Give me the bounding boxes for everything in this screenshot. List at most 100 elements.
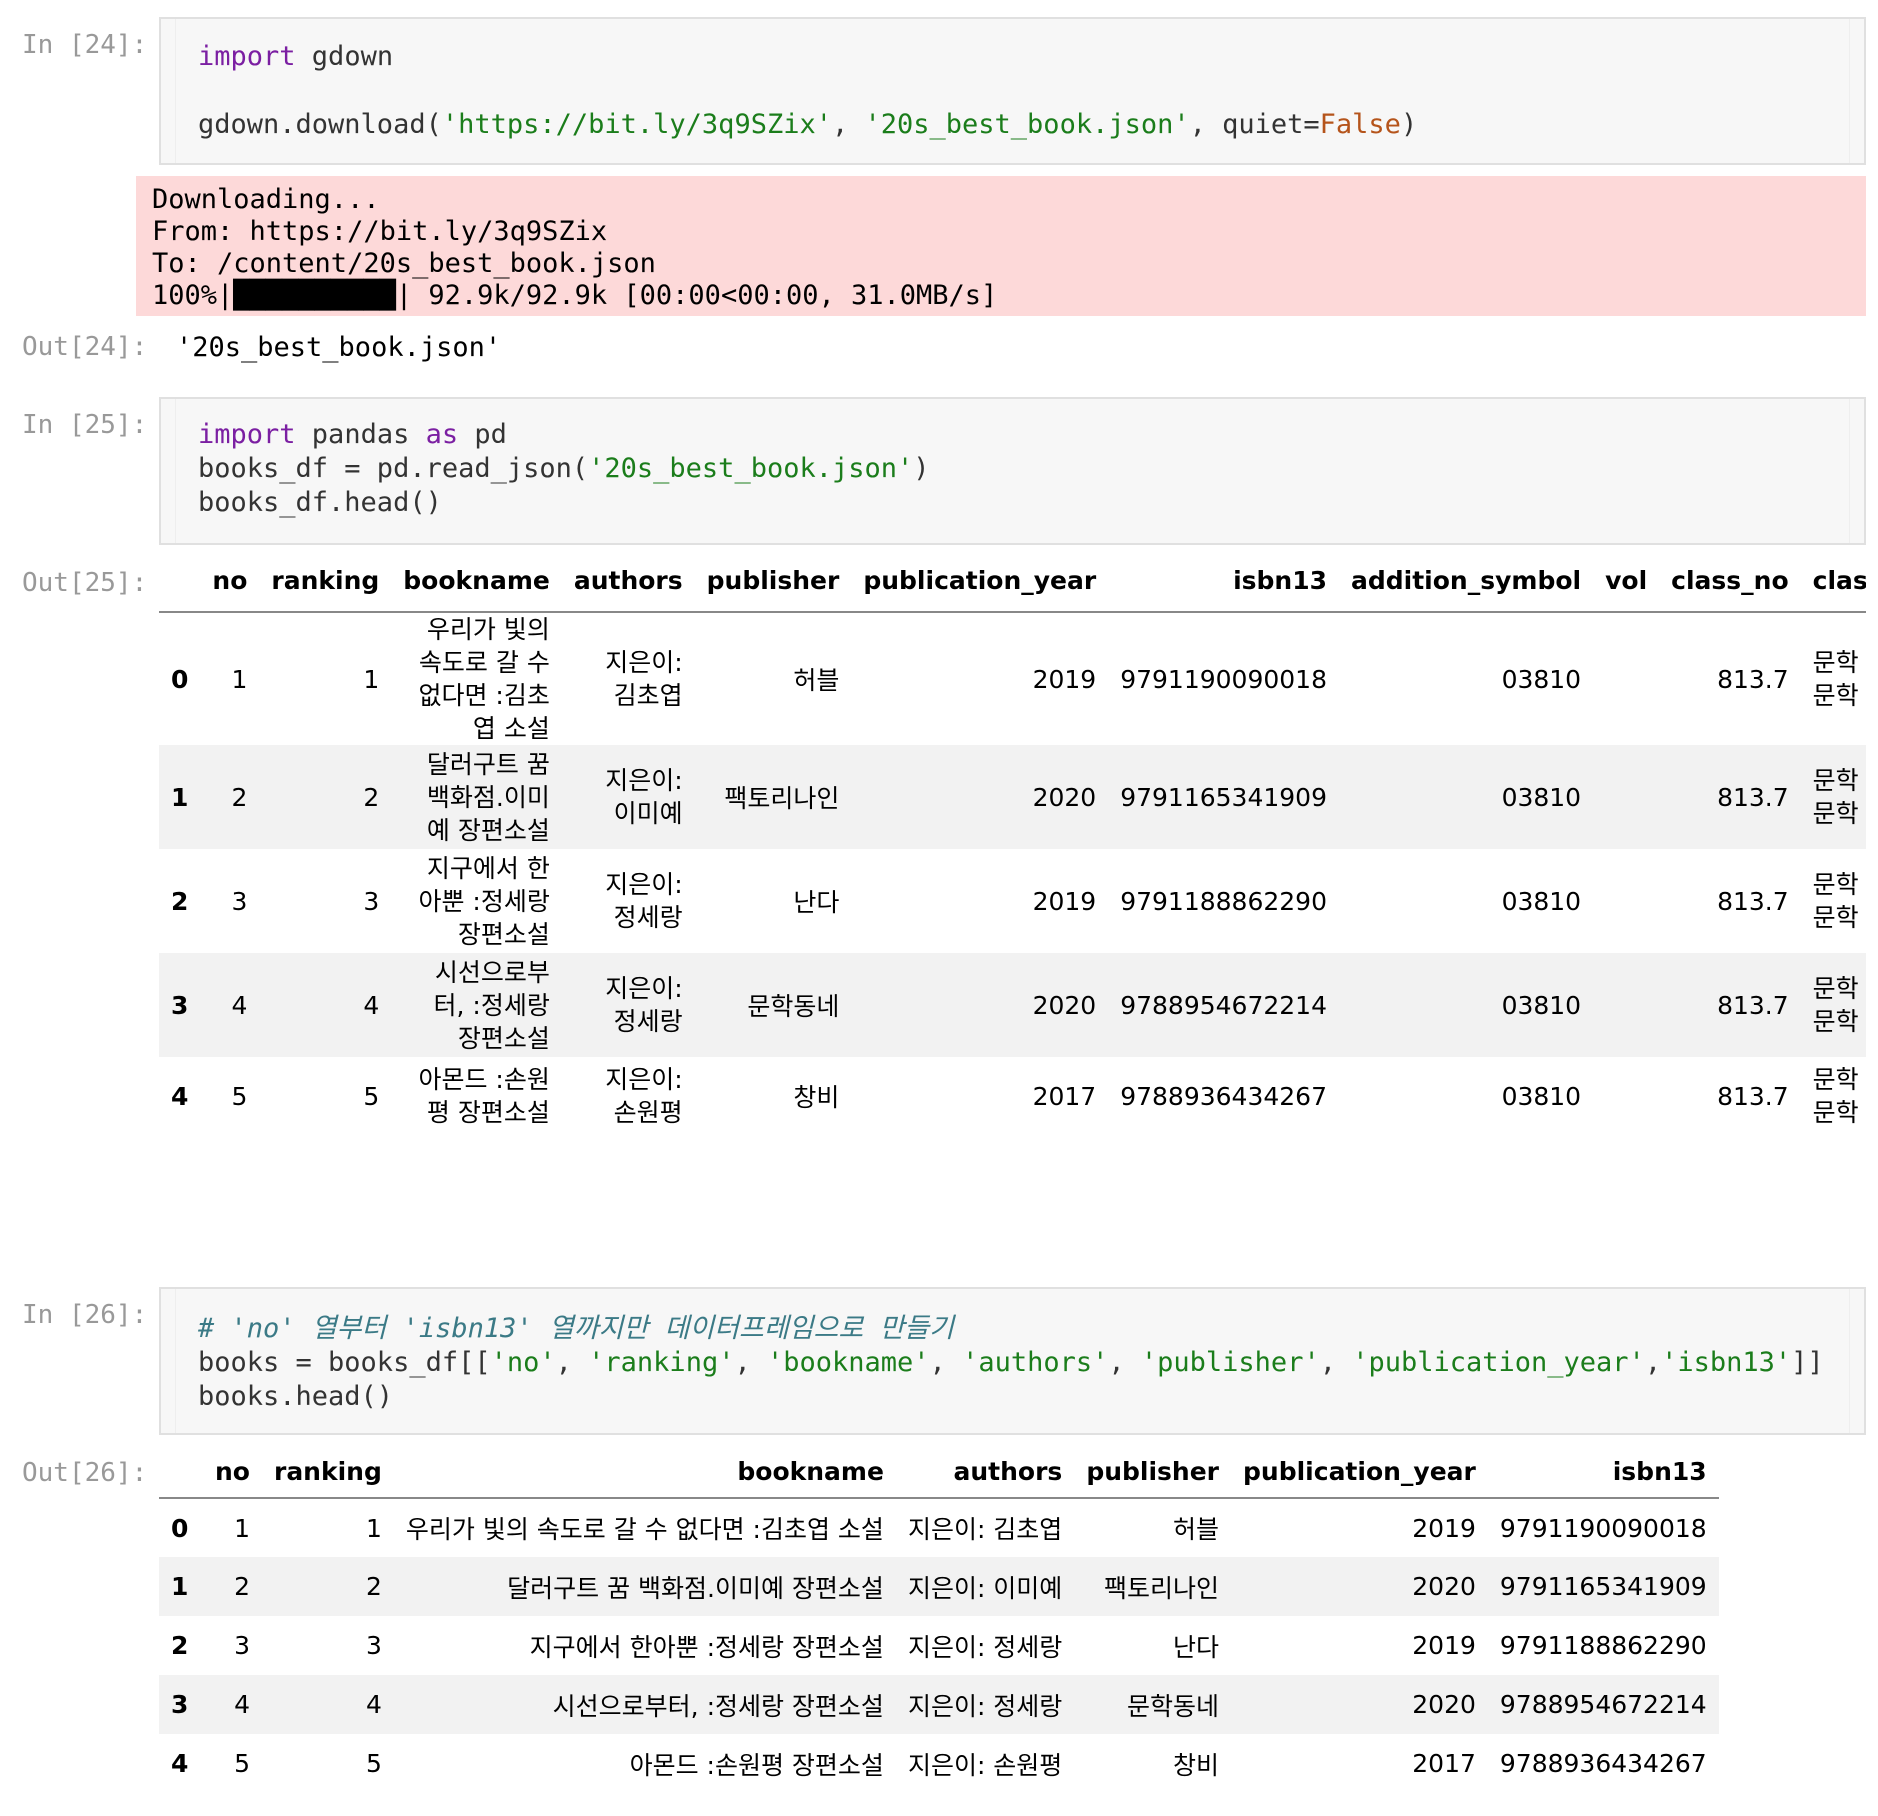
cell-publisher: 창비 <box>793 1083 840 1112</box>
column-header-vol: vol <box>1605 566 1648 595</box>
row-index: 4 <box>171 1749 189 1778</box>
table-row: 3 4 4 시선으로부터, :정세랑 장편소설 지은이: 정세랑 문학동네 2020 9788… <box>159 1675 1719 1734</box>
string-literal: 'isbn13' <box>1661 1347 1792 1378</box>
cell-publisher: 창비 <box>1173 1750 1220 1780</box>
cell-publisher: 문학동네 <box>747 992 840 1021</box>
column-header-authors: authors <box>573 566 683 595</box>
cell-authors: 지은이: 이미예 <box>907 1573 1063 1603</box>
cell-24-code-editor[interactable]: import gdown gdown.download('https://bit… <box>159 17 1866 165</box>
column-header-isbn13: isbn13 <box>1233 566 1327 595</box>
string-literal: 'publisher' <box>1140 1347 1320 1378</box>
cell-bookname: 아몬드 :손원평 장편소설 <box>629 1750 884 1780</box>
cell-authors: 지은이: 김초엽 <box>605 648 683 710</box>
cell-25-in-prompt: In [25]: <box>22 410 148 440</box>
row-index: 3 <box>171 1690 189 1719</box>
code-text: books = books_df[[ <box>198 1347 491 1378</box>
cell-ranking: 3 <box>363 886 380 916</box>
cell-bookname: 시선으로부 터, :정세랑 장편소설 <box>433 957 550 1053</box>
cell-bookname: 시선으로부터, :정세랑 장편소설 <box>552 1691 884 1721</box>
cell-no: 2 <box>231 782 248 812</box>
cell-isbn13: 9788954672214 <box>1120 990 1327 1020</box>
cell-no: 3 <box>234 1631 250 1660</box>
string-literal: 'publication_year' <box>1352 1347 1645 1378</box>
code-text: ) <box>1400 109 1418 140</box>
cell-no: 4 <box>234 1690 250 1719</box>
column-header-bookname: bookname <box>737 1457 884 1486</box>
column-header-ranking: ranking <box>273 1457 382 1486</box>
column-header-no: no <box>215 1457 250 1486</box>
cell-ranking: 3 <box>365 1631 382 1660</box>
row-index: 2 <box>171 1631 189 1660</box>
column-header-authors: authors <box>953 1457 1063 1486</box>
cell-publisher: 허블 <box>1173 1515 1220 1544</box>
row-index: 2 <box>171 886 189 916</box>
cell-publication-year: 2019 <box>1412 1631 1476 1660</box>
cell-bookname: 지구에서 한아뿐 :정세랑 장편소설 <box>529 1632 884 1662</box>
cell-ranking: 4 <box>363 990 380 1020</box>
cell-isbn13: 9791188862290 <box>1120 886 1327 916</box>
cell-24-stderr-output: Downloading... From: https://bit.ly/3q9S… <box>136 176 1866 316</box>
cell-publication-year: 2017 <box>1412 1749 1476 1778</box>
column-header-publisher: publisher <box>1086 1457 1220 1486</box>
code-text: ) <box>913 453 930 484</box>
cell-isbn13: 9788954672214 <box>1499 1690 1707 1719</box>
code-text: , <box>1319 1347 1353 1378</box>
cell-bookname: 달러구트 꿈 백화점.이미예 장편소설 <box>507 1573 884 1603</box>
cell-authors: 지은이: 정세랑 <box>907 1632 1063 1662</box>
cell-26-code-line-3: books.head() <box>198 1381 394 1412</box>
table-row: 0 1 1 우리가 빛의 속도로 갈 수 없다면 :김초엽 소설 지은이: 김초엽 허블 2… <box>159 1498 1719 1557</box>
cell-publisher: 난다 <box>1173 1632 1220 1662</box>
cell-publication-year: 2020 <box>1032 990 1097 1020</box>
cell-bookname: 달러구트 꿈 백화점.이미 예 장편소설 <box>426 749 550 845</box>
code-text: , <box>1644 1347 1662 1378</box>
cell-bookname: 우리가 빛의 속도로 갈 수 없다면 :김초엽 소설 <box>405 1515 884 1544</box>
cell-vol <box>1593 612 1659 745</box>
cell-class-no: 813.7 <box>1717 886 1789 916</box>
cell-class-no: 813.7 <box>1717 782 1789 812</box>
cell-bookname: 우리가 빛의 속도로 갈 수 없다면 :김초 엽 소설 <box>418 615 550 743</box>
code-text: pandas <box>295 419 426 450</box>
cell-ranking: 5 <box>363 1081 380 1111</box>
string-literal: 'authors' <box>962 1347 1109 1378</box>
cell-isbn13: 9791165341909 <box>1120 782 1327 812</box>
cell-authors: 지은이: 김초엽 <box>907 1515 1063 1544</box>
code-text: , <box>831 109 865 140</box>
code-text: ]] <box>1791 1347 1824 1378</box>
cell-vol <box>1593 849 1659 953</box>
cell-25-dataframe: no ranking bookname authors publisher pu… <box>159 550 1866 1135</box>
cell-25-dataframe-container: no ranking bookname authors publisher pu… <box>159 550 1866 1250</box>
cell-class-nm: 문학 > 한문학 > 소 <box>1812 648 1866 710</box>
cell-24-code-line-1: import gdown <box>198 40 393 74</box>
cell-vol <box>1593 953 1659 1057</box>
string-literal: 'bookname' <box>766 1347 930 1378</box>
boolean-literal: False <box>1319 109 1401 140</box>
string-literal: '20s_best_book.json' <box>588 453 914 484</box>
cell-class-no: 813.7 <box>1717 990 1789 1020</box>
cell-addition-symbol: 03810 <box>1501 990 1582 1020</box>
stderr-line: From: https://bit.ly/3q9SZix <box>152 216 608 247</box>
string-literal: '20s_best_book.json' <box>864 109 1190 140</box>
cell-publication-year: 2020 <box>1032 782 1097 812</box>
cell-isbn13: 9791188862290 <box>1499 1631 1707 1660</box>
cell-class-nm: 문학 > 한문학 > 소 <box>1812 1065 1866 1127</box>
column-header-isbn13: isbn13 <box>1612 1457 1707 1486</box>
cell-addition-symbol: 03810 <box>1501 1081 1582 1111</box>
cell-vol <box>1593 1057 1659 1135</box>
cell-authors: 지은이: 정세랑 <box>605 974 683 1036</box>
table-header-row: no ranking bookname authors publisher pu… <box>159 1446 1719 1498</box>
cell-26-dataframe: no ranking bookname authors publisher pu… <box>159 1446 1719 1793</box>
cell-publisher: 허블 <box>793 666 840 695</box>
cell-25-code-line-1: import pandas as pd <box>198 418 507 452</box>
cell-26-code-line-2: books = books_df[['no', 'ranking', 'book… <box>198 1346 1824 1380</box>
cell-26-code-editor[interactable]: # 'no' 열부터 'isbn13' 열까지만 데이터프레임으로 만들기 bo… <box>159 1287 1866 1435</box>
cell-ranking: 2 <box>363 782 380 812</box>
cell-publisher: 문학동네 <box>1127 1691 1220 1721</box>
cell-vol <box>1593 745 1659 849</box>
cell-25-code-editor[interactable]: import pandas as pd books_df = pd.read_j… <box>159 397 1866 545</box>
cell-no: 4 <box>231 990 248 1020</box>
cell-isbn13: 9791190090018 <box>1120 664 1327 694</box>
cell-26-code-comment: # 'no' 열부터 'isbn13' 열까지만 데이터프레임으로 만들기 <box>198 1313 954 1344</box>
cell-ranking: 5 <box>365 1749 382 1778</box>
cell-no: 1 <box>231 664 248 694</box>
cell-26-out-prompt: Out[26]: <box>22 1458 148 1488</box>
